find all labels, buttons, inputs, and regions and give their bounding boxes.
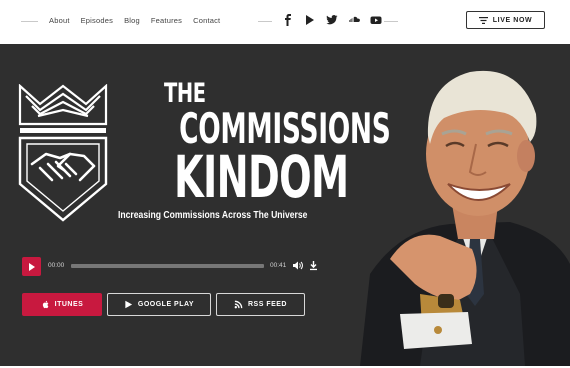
site-header: About Episodes Blog Features Contact LIV… xyxy=(0,0,570,44)
nav-blog[interactable]: Blog xyxy=(124,16,140,25)
play-button[interactable] xyxy=(22,257,41,276)
header-divider-left xyxy=(21,21,38,22)
google-play-icon[interactable] xyxy=(304,14,316,26)
rss-feed-label: RSS FEED xyxy=(247,301,287,308)
podcast-tagline: Increasing Commissions Across The Univer… xyxy=(118,210,308,221)
current-time: 00:00 xyxy=(48,262,65,269)
progress-bar[interactable] xyxy=(71,264,264,268)
duration-time: 00:41 xyxy=(270,262,287,269)
nav-episodes[interactable]: Episodes xyxy=(81,16,113,25)
main-nav: About Episodes Blog Features Contact xyxy=(49,16,220,25)
rss-icon xyxy=(234,300,243,309)
nav-contact[interactable]: Contact xyxy=(193,16,220,25)
download-icon[interactable] xyxy=(308,260,319,271)
menu-icon xyxy=(478,16,488,24)
audio-player: 00:00 00:41 xyxy=(22,257,322,276)
google-play-label: GOOGLE PLAY xyxy=(137,301,195,308)
live-now-button[interactable]: LIVE NOW xyxy=(466,11,545,29)
play-store-icon xyxy=(125,300,132,309)
header-divider-mid xyxy=(258,21,272,22)
nav-features[interactable]: Features xyxy=(151,16,182,25)
live-now-label: LIVE NOW xyxy=(492,16,533,24)
rss-feed-button[interactable]: RSS FEED xyxy=(216,293,305,316)
youtube-icon[interactable] xyxy=(370,14,382,26)
soundcloud-icon[interactable] xyxy=(348,14,360,26)
social-links xyxy=(282,14,382,26)
volume-icon[interactable] xyxy=(292,260,303,271)
google-play-button[interactable]: GOOGLE PLAY xyxy=(107,293,211,316)
apple-icon xyxy=(42,300,49,309)
facebook-icon[interactable] xyxy=(282,14,294,26)
header-divider-right xyxy=(384,21,398,22)
nav-about[interactable]: About xyxy=(49,16,70,25)
host-portrait xyxy=(360,70,570,366)
hero-section: THE COMMISSIONS KINDOM Increasing Commis… xyxy=(0,44,570,366)
itunes-button[interactable]: ITUNES xyxy=(22,293,102,316)
twitter-icon[interactable] xyxy=(326,14,338,26)
crown-handshake-logo-icon xyxy=(18,84,108,222)
itunes-label: ITUNES xyxy=(54,301,84,308)
